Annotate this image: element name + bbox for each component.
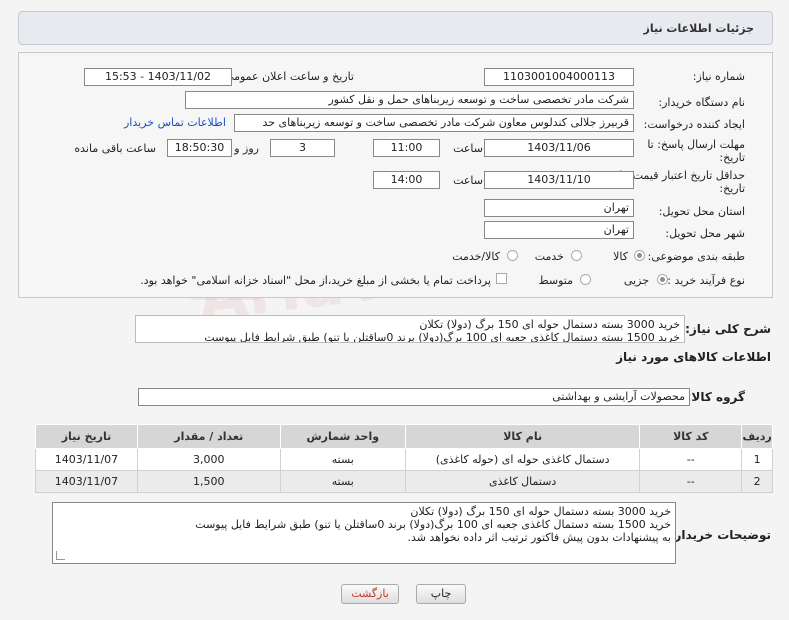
buyer-notes-line-2: خرید 1500 بسته دستمال کاغذی جعبه ای 100 … xyxy=(195,518,671,531)
description-label: شرح کلی نیاز: xyxy=(685,322,771,336)
treasury-payment-text: پرداخت تمام یا بخشی از مبلغ خرید،از محل … xyxy=(140,274,491,287)
need-number-field[interactable]: 1103001004000113 xyxy=(484,68,634,86)
col-row-number: ردیف xyxy=(741,424,773,449)
announce-label: تاریخ و ساعت اعلان عمومی: xyxy=(221,70,354,83)
goods-group-label: گروه کالا: xyxy=(686,390,745,404)
category-label: طبقه بندی موضوعی: xyxy=(647,250,745,263)
back-button[interactable]: بازگشت xyxy=(341,584,399,604)
need-number-label: شماره نیاز: xyxy=(692,70,745,83)
deadline-time-label: ساعت xyxy=(453,142,483,155)
page-title: جزئیات اطلاعات نیاز xyxy=(643,22,755,35)
buyer-org-field[interactable]: شرکت مادر تخصصی ساخت و توسعه زیربناهای ح… xyxy=(185,91,634,109)
resize-handle-icon[interactable] xyxy=(56,551,65,560)
table-row[interactable]: 1 -- دستمال کاغذی حوله ای (حوله کاغذی) ب… xyxy=(35,448,773,471)
process-minor-label: جزیی xyxy=(623,274,649,287)
category-goods-radio[interactable] xyxy=(634,250,645,261)
treasury-payment-checkbox[interactable] xyxy=(496,273,507,284)
category-goods-service-label: کالا/خدمت xyxy=(452,250,500,263)
price-validity-date-label: تاریخ: xyxy=(719,182,745,195)
buyer-notes-textarea[interactable]: خرید 3000 بسته دستمال حوله ای 150 برگ (د… xyxy=(52,502,676,564)
row-number: 2 xyxy=(741,470,773,493)
category-goods-service-radio[interactable] xyxy=(507,250,518,261)
remaining-label: ساعت باقی مانده xyxy=(74,142,156,155)
print-button[interactable]: چاپ xyxy=(416,584,466,604)
city-label: شهر محل تحویل: xyxy=(665,227,745,240)
province-label: استان محل تحویل: xyxy=(658,205,745,218)
deadline-time-field[interactable]: 11:00 xyxy=(373,139,440,157)
city-field[interactable]: تهران xyxy=(484,221,634,239)
col-item-name: نام کالا xyxy=(404,424,641,449)
process-medium-label: متوسط xyxy=(538,274,573,287)
item-need-date: 1403/11/07 xyxy=(35,470,138,493)
buyer-org-label: نام دستگاه خریدار: xyxy=(658,96,745,109)
requester-label: ایجاد کننده درخواست: xyxy=(643,118,745,131)
col-need-date: تاریخ نیاز xyxy=(35,424,138,449)
buyer-notes-line-1: خرید 3000 بسته دستمال حوله ای 150 برگ (د… xyxy=(410,505,671,518)
deadline-date-label: تاریخ: xyxy=(719,151,745,164)
requester-field[interactable]: قربیرز جلالی کندلوس معاون شرکت مادر تخصص… xyxy=(234,114,634,132)
buyer-notes-label: توضیحات خریدار: xyxy=(669,528,771,542)
process-medium-radio[interactable] xyxy=(580,274,591,285)
buyer-notes-line-3: به پیشنهادات بدون پیش فاکتور ترتیب اثر د… xyxy=(407,531,671,544)
description-textarea[interactable]: خرید 3000 بسته دستمال حوله ای 150 برگ (د… xyxy=(135,315,685,343)
col-quantity: تعداد / مقدار xyxy=(136,424,281,449)
goods-group-field[interactable]: محصولات آرایشی و بهداشتی xyxy=(138,388,690,406)
days-remaining-field[interactable]: 3 xyxy=(270,139,335,157)
item-name: دستمال کاغذی xyxy=(404,470,641,493)
page-header: جزئیات اطلاعات نیاز xyxy=(18,11,773,45)
goods-info-title: اطلاعات کالاهای مورد نیاز xyxy=(616,350,771,364)
item-unit: بسته xyxy=(279,448,406,471)
process-minor-radio[interactable] xyxy=(657,274,668,285)
goods-table-header: ردیف کد کالا نام کالا واحد شمارش تعداد /… xyxy=(35,424,773,449)
price-time-label: ساعت xyxy=(453,174,483,187)
process-type-label: نوع فرآیند خرید : xyxy=(667,274,745,287)
table-row[interactable]: 2 -- دستمال کاغذی بسته 1,500 1403/11/07 xyxy=(35,470,773,493)
price-validity-time-field[interactable]: 14:00 xyxy=(373,171,440,189)
category-goods-label: کالا xyxy=(613,250,628,263)
category-service-label: خدمت xyxy=(534,250,564,263)
row-number: 1 xyxy=(741,448,773,471)
goods-table: ردیف کد کالا نام کالا واحد شمارش تعداد /… xyxy=(35,424,773,493)
announce-datetime-field[interactable]: 1403/11/02 - 15:53 xyxy=(84,68,232,86)
description-line-1: خرید 3000 بسته دستمال حوله ای 150 برگ (د… xyxy=(419,318,680,331)
item-unit: بسته xyxy=(279,470,406,493)
buyer-contact-link[interactable]: اطلاعات تماس خریدار xyxy=(124,116,226,129)
item-need-date: 1403/11/07 xyxy=(35,448,138,471)
col-unit: واحد شمارش xyxy=(279,424,406,449)
time-remaining-field[interactable]: 18:50:30 xyxy=(167,139,232,157)
deadline-date-field[interactable]: 1403/11/06 xyxy=(484,139,634,157)
description-line-2: خرید 1500 بسته دستمال کاغذی جعبه ای 100 … xyxy=(204,331,680,343)
deadline-label: مهلت ارسال پاسخ: تا xyxy=(647,138,745,151)
price-validity-label: حداقل تاریخ اعتبار قیمت: تا xyxy=(619,169,745,182)
col-item-code: کد کالا xyxy=(639,424,743,449)
item-code: -- xyxy=(639,448,743,471)
price-validity-date-field[interactable]: 1403/11/10 xyxy=(484,171,634,189)
category-service-radio[interactable] xyxy=(571,250,582,261)
item-quantity: 3,000 xyxy=(136,448,281,471)
item-quantity: 1,500 xyxy=(136,470,281,493)
province-field[interactable]: تهران xyxy=(484,199,634,217)
days-label: روز و xyxy=(234,142,259,155)
item-code: -- xyxy=(639,470,743,493)
item-name: دستمال کاغذی حوله ای (حوله کاغذی) xyxy=(404,448,641,471)
